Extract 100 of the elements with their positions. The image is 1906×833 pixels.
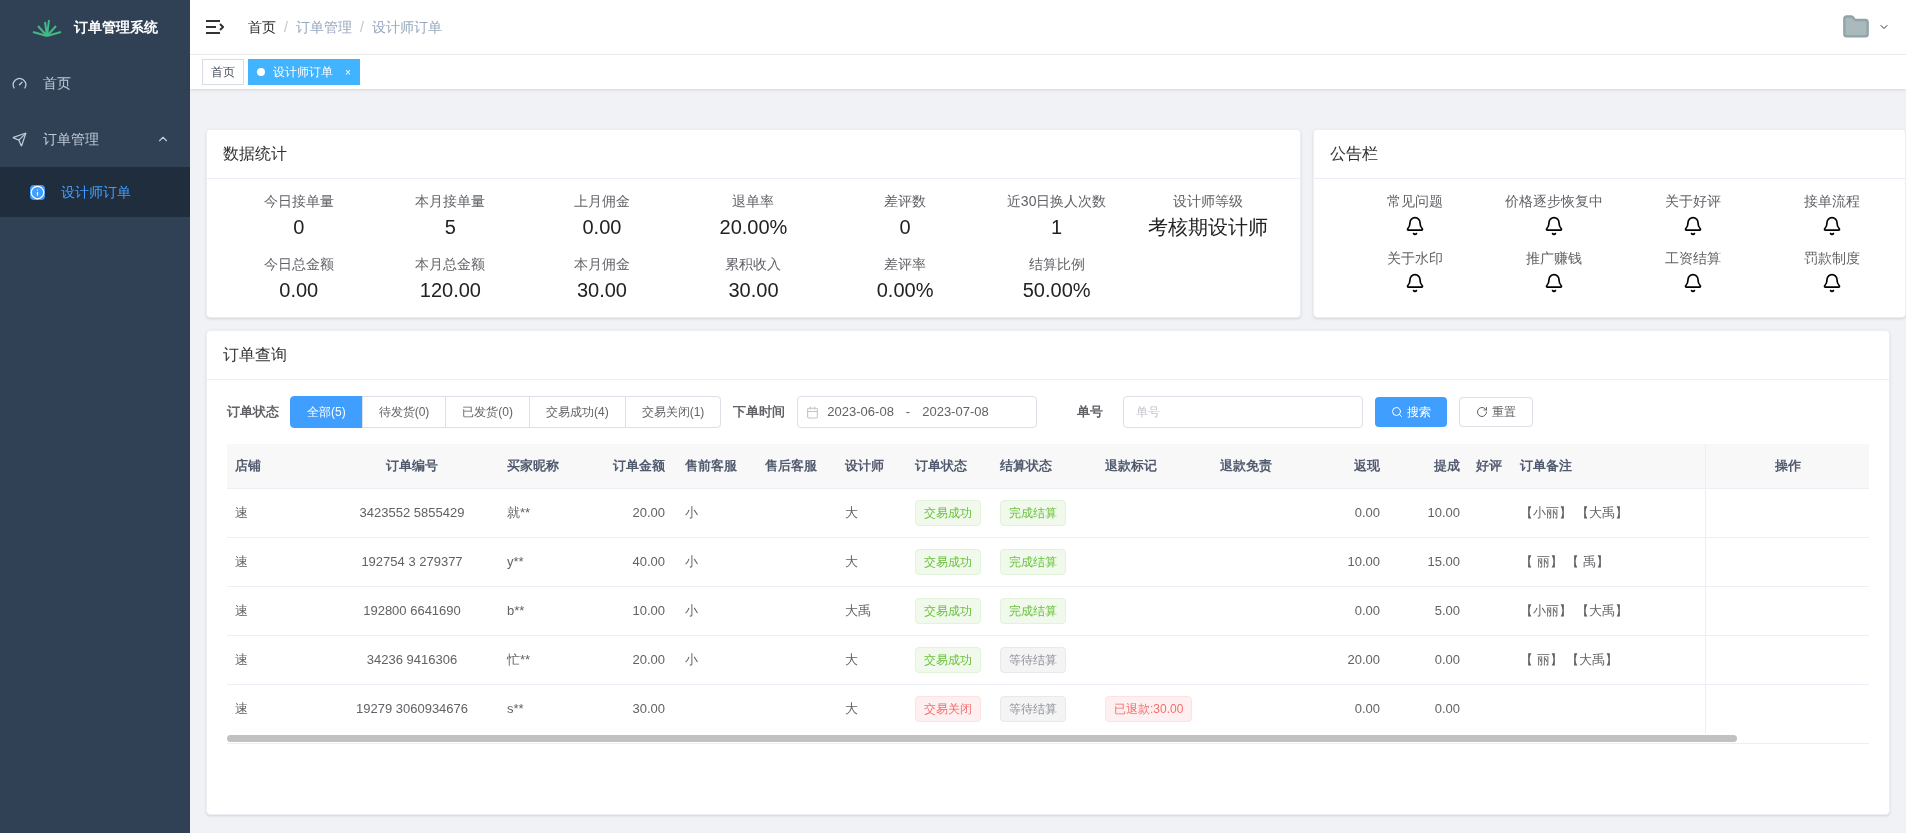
stat-value: 120.00 bbox=[419, 278, 481, 303]
stat-label: 今日接单量 bbox=[263, 192, 334, 211]
stat-label: 差评数 bbox=[884, 192, 927, 211]
sidebar-item[interactable]: 首页 bbox=[0, 55, 190, 111]
notice-item[interactable]: 罚款制度 bbox=[1762, 248, 1901, 293]
table-cell-text: 大 bbox=[845, 504, 858, 523]
stat-value: 0.00% bbox=[876, 278, 934, 303]
column-header: 结算状态 bbox=[1000, 457, 1052, 476]
table-cell-text: 【 丽】 【大禹】 bbox=[1520, 651, 1619, 670]
table-cell-text: 0.00 bbox=[1434, 651, 1460, 670]
stat-value: 30.00 bbox=[728, 278, 779, 303]
table-cell-text: 192754 3 279377 bbox=[361, 553, 463, 572]
folder-icon[interactable] bbox=[1842, 13, 1870, 41]
table-cell-text: 大禹 bbox=[845, 602, 871, 621]
notice-item[interactable]: 关于好评 bbox=[1623, 191, 1763, 236]
notice-item[interactable]: 推广赚钱 bbox=[1484, 248, 1624, 293]
table-cell-text: 【 丽】 【 禹】 bbox=[1520, 553, 1609, 572]
stat-value: 0.00 bbox=[279, 278, 319, 303]
reset-button[interactable]: 重置 bbox=[1459, 397, 1534, 427]
bell-icon bbox=[1821, 273, 1842, 293]
column-header: 退款免责 bbox=[1220, 457, 1272, 476]
status-tag: 已退款:30.00 bbox=[1105, 696, 1193, 722]
stat-value: 5 bbox=[444, 215, 456, 240]
table-cell-text: 小 bbox=[685, 504, 698, 523]
column-header: 订单金额 bbox=[613, 457, 665, 476]
notice-item[interactable]: 价格逐步恢复中 bbox=[1484, 191, 1624, 236]
stat-label: 退单率 bbox=[732, 192, 775, 211]
calendar-icon bbox=[806, 405, 820, 419]
table-cell-text: 大 bbox=[845, 651, 858, 670]
column-header: 订单编号 bbox=[386, 457, 438, 476]
stat-value: 1 bbox=[1051, 215, 1063, 240]
stat-value: 0 bbox=[293, 215, 305, 240]
table-cell-text: 【小丽】 【大禹】 bbox=[1520, 602, 1628, 621]
notice-item[interactable]: 工资结算 bbox=[1623, 248, 1763, 293]
bell-icon bbox=[1544, 216, 1565, 236]
table-cell-text: 3423552 5855429 bbox=[359, 504, 465, 523]
table-cell-text: 34236 9416306 bbox=[366, 651, 458, 670]
bell-icon bbox=[1544, 273, 1565, 293]
table-cell-text: 0.00 bbox=[1434, 700, 1460, 719]
table-cell-text: 小 bbox=[685, 651, 698, 670]
stat-value: 考核期设计师 bbox=[1148, 215, 1269, 240]
app-title: 订单管理系统 bbox=[74, 18, 158, 37]
stat-label: 累积收入 bbox=[725, 255, 782, 274]
stat-label: 本月接单量 bbox=[415, 192, 486, 211]
table-cell-text: 10.00 bbox=[632, 602, 665, 621]
status-filter-option[interactable]: 已发货(0) bbox=[445, 396, 530, 428]
sidebar-item[interactable]: 订单管理 bbox=[0, 111, 190, 167]
date-range-field[interactable]: 2023-06-08 - 2023-07-08 bbox=[797, 396, 1038, 428]
column-header: 操作 bbox=[1774, 457, 1801, 476]
order-number-field[interactable]: 单号 bbox=[1123, 396, 1364, 428]
breadcrumb-separator: / bbox=[359, 17, 364, 37]
status-tag: 交易成功 bbox=[915, 647, 981, 673]
stat-value: 0 bbox=[899, 215, 911, 240]
table-cell-text: 就** bbox=[507, 504, 531, 523]
table-cell-text: 速 bbox=[235, 553, 248, 572]
status-tag: 交易成功 bbox=[915, 598, 981, 624]
notice-item[interactable]: 接单流程 bbox=[1762, 191, 1901, 236]
column-header: 售后客服 bbox=[765, 457, 817, 476]
stat-label: 结算比例 bbox=[1028, 255, 1085, 274]
card-title: 公告栏 bbox=[1314, 130, 1905, 179]
page-tab[interactable]: 首页 bbox=[202, 59, 244, 85]
notice-item[interactable]: 关于水印 bbox=[1346, 248, 1485, 293]
table-cell-text: 40.00 bbox=[632, 553, 665, 572]
table-cell-text: 忙** bbox=[507, 651, 531, 670]
column-header: 好评 bbox=[1476, 457, 1502, 476]
stat-value: 0.00 bbox=[582, 215, 622, 240]
stat-value: 30.00 bbox=[576, 278, 627, 303]
table-cell-text: 0.00 bbox=[1354, 700, 1380, 719]
breadcrumb-separator: / bbox=[284, 17, 288, 37]
notice-item[interactable]: 常见问题 bbox=[1346, 191, 1485, 236]
refresh-icon bbox=[1476, 406, 1489, 418]
table-cell-text: 0.00 bbox=[1354, 504, 1380, 523]
status-filter-option[interactable]: 交易成功(4) bbox=[529, 396, 626, 428]
status-tag: 完成结算 bbox=[1000, 500, 1066, 526]
column-header: 退款标记 bbox=[1105, 457, 1157, 476]
table-cell-text: 小 bbox=[685, 553, 698, 572]
sidebar-subitem[interactable]: 设计师订单 bbox=[0, 167, 190, 217]
table-cell-text: 20.00 bbox=[632, 651, 665, 670]
status-filter-option[interactable]: 交易关闭(1) bbox=[624, 396, 722, 428]
bell-icon bbox=[1405, 216, 1426, 236]
card-title: 订单查询 bbox=[207, 331, 1889, 380]
table-cell-text: 小 bbox=[685, 602, 698, 621]
menu-icon[interactable] bbox=[206, 20, 224, 34]
bell-icon bbox=[1682, 216, 1703, 236]
stat-label: 上月佣金 bbox=[573, 192, 630, 211]
stat-value: 20.00% bbox=[719, 215, 788, 240]
breadcrumb-item: 设计师订单 bbox=[371, 17, 442, 37]
paper-plane-icon bbox=[12, 131, 27, 147]
table-cell-text: 192800 6641690 bbox=[363, 602, 461, 621]
card-title: 数据统计 bbox=[207, 130, 1300, 179]
bell-icon bbox=[1821, 216, 1842, 236]
stat-label: 差评率 bbox=[884, 255, 927, 274]
table-cell-text: 0.00 bbox=[1354, 602, 1380, 621]
status-tag: 交易成功 bbox=[915, 500, 981, 526]
status-filter-option[interactable]: 待发货(0) bbox=[361, 396, 447, 428]
table-cell-text: y** bbox=[507, 553, 524, 572]
table-cell-text: 19279 3060934676 bbox=[355, 700, 469, 719]
breadcrumb-item[interactable]: 首页 bbox=[248, 16, 276, 38]
scrollbar-thumb[interactable] bbox=[227, 734, 1737, 742]
bell-icon bbox=[1405, 273, 1426, 293]
